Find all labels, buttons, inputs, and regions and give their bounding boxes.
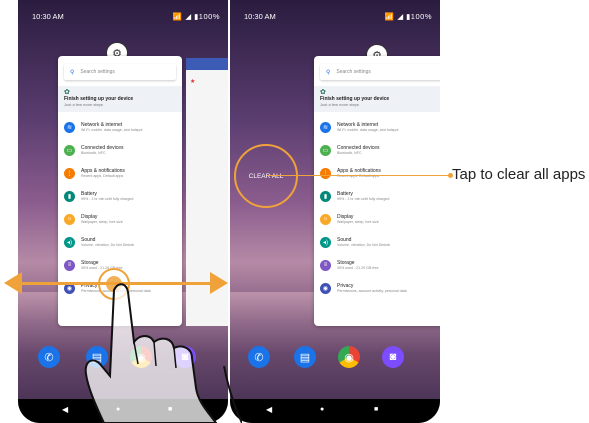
devices-icon: ▭ [64,144,75,156]
settings-item-storage[interactable]: ≡ Storage 35% used - 21.29 GB free [320,256,440,274]
search-settings-bar[interactable]: ⚲ Search settings [64,64,176,80]
settings-item-subtitle: Permissions, account activity, personal … [337,288,407,293]
callout-line [268,175,450,177]
settings-item-sound[interactable]: ◂) Sound Volume, vibration, Do Not Disturb [64,233,178,251]
display-icon: ☼ [320,213,331,225]
settings-item-title: Apps & notifications [81,167,125,174]
settings-item-title: Connected devices [337,144,380,151]
settings-item-sound[interactable]: ◂) Sound Volume, vibration, Do Not Disturb [320,233,440,251]
settings-item-apps-notifications[interactable]: ⋮Apps & notificationsRecent apps, Defaul… [320,164,440,182]
settings-item-battery[interactable]: ▮ Battery 99% - 1 hr min until fully charg… [64,187,178,205]
settings-item-title: Apps & notifications [337,167,381,174]
settings-item-display[interactable]: ☼ Display Wallpaper, sleep, font size [64,210,178,228]
privacy-icon: ◉ [320,282,331,294]
dock: ✆ ▤ ◉ ◙ [230,346,440,376]
callout-text: Tap to clear all apps [452,166,586,183]
phone-app-icon[interactable]: ✆ [248,346,270,368]
hand-gesture-icon [84,283,218,423]
wifi-icon: ≋ [64,121,75,133]
apps-icon: ⋮ [64,167,75,179]
chrome-app-icon[interactable]: ◉ [338,346,360,368]
search-placeholder: Search settings [80,69,115,75]
settings-item-subtitle: 99% - 1 hr min until fully charged [81,196,134,201]
finish-setup-banner[interactable]: ✿ Finish setting up your device Just a few… [314,86,440,112]
back-button[interactable]: ◀ [266,405,272,414]
display-icon: ☼ [64,213,75,225]
search-icon: ⚲ [70,69,75,76]
settings-item-subtitle: Volume, vibration, Do Not Disturb [337,242,391,247]
gear-icon: ✿ [320,89,326,96]
settings-item-battery[interactable]: ▮ Battery 99% - 1 hr min until fully charg… [320,187,440,205]
settings-item-title: Connected devices [81,144,124,151]
settings-item-subtitle: Volume, vibration, Do Not Disturb [81,242,135,247]
finish-subtitle: Just a few more steps [64,102,103,107]
finish-setup-banner[interactable]: ✿ Finish setting up your device Just a few… [58,86,182,112]
settings-item-subtitle: Bluetooth, NFC [337,150,362,155]
wifi-icon: ≋ [320,121,331,133]
settings-item-network-internet[interactable]: ≋ Network & internet Wi-Fi, mobile, data u… [320,118,440,136]
navigation-bar: ◀ ● ■ [230,399,440,423]
settings-item-subtitle: Wi-Fi, mobile, data usage, and hotspot [337,127,399,132]
status-bar: 10:30 AM 📶 ◢ ▮100% [230,0,440,28]
settings-item-apps-notifications[interactable]: ⋮ Apps & notificationsRecent apps, Defaul… [64,164,178,182]
status-time: 10:30 AM [32,12,64,21]
sound-icon: ◂) [320,236,331,248]
camera-app-icon[interactable]: ◙ [382,346,404,368]
settings-item-display[interactable]: ☼ Display Wallpaper, sleep, font size [320,210,440,228]
battery-icon: ▮ [320,190,331,202]
swipe-left-arrowhead-icon [4,272,22,294]
status-bar: 10:30 AM 📶 ◢ ▮100% [18,0,228,28]
gear-icon: ✿ [64,89,70,96]
recents-button[interactable]: ■ [374,406,378,413]
settings-item-subtitle: 35% used - 21.29 GB free [337,265,379,270]
settings-item-connected-devices[interactable]: ▭ Connected devices Bluetooth, NFC [320,141,440,159]
phone-screen-clear-all: 10:30 AM 📶 ◢ ▮100% ⚙ ⚲Search settings✿Fi… [230,0,440,423]
sound-icon: ◂) [64,236,75,248]
settings-item-subtitle: Wi-Fi, mobile, data usage, and hotspot [81,127,143,132]
finish-subtitle: Just a few more steps [320,102,359,107]
back-button[interactable]: ◀ [62,405,68,414]
search-settings-bar[interactable]: ⚲ Search settings [320,64,440,80]
devices-icon: ▭ [320,144,331,156]
settings-item-subtitle: Wallpaper, sleep, font size [337,219,379,224]
settings-item-subtitle: 99% - 1 hr min until fully charged [337,196,390,201]
storage-icon: ≡ [64,259,75,271]
settings-item-subtitle: Bluetooth, NFC [81,150,106,155]
settings-item-subtitle: Recent apps, Default apps [81,173,124,178]
messages-app-icon[interactable]: ▤ [294,346,316,368]
settings-item-connected-devices[interactable]: ▭ Connected devices Bluetooth, NFC [64,141,178,159]
settings-app-card[interactable]: ⚲ Search settings ✿ Finish setting up your … [314,56,440,326]
status-time: 10:30 AM [244,12,276,21]
search-placeholder: Search settings [336,69,371,75]
search-icon: ⚲ [326,69,331,76]
hand-gesture-outline-right-icon [223,366,242,423]
home-button[interactable]: ● [320,406,324,413]
apps-icon: ⋮ [320,167,331,179]
storage-icon: ≡ [320,259,331,271]
settings-item-privacy[interactable]: ◉PrivacyPermissions, account activity, p… [320,279,440,297]
status-icons: 📶 ◢ ▮100% [384,12,432,21]
battery-icon: ▮ [64,190,75,202]
settings-item-subtitle: Wallpaper, sleep, font size [81,219,123,224]
status-icons: 📶 ◢ ▮100% [172,12,220,21]
settings-item-network-internet[interactable]: ≋ Network & internet Wi-Fi, mobile, data u… [64,118,178,136]
phone-app-icon[interactable]: ✆ [38,346,60,368]
